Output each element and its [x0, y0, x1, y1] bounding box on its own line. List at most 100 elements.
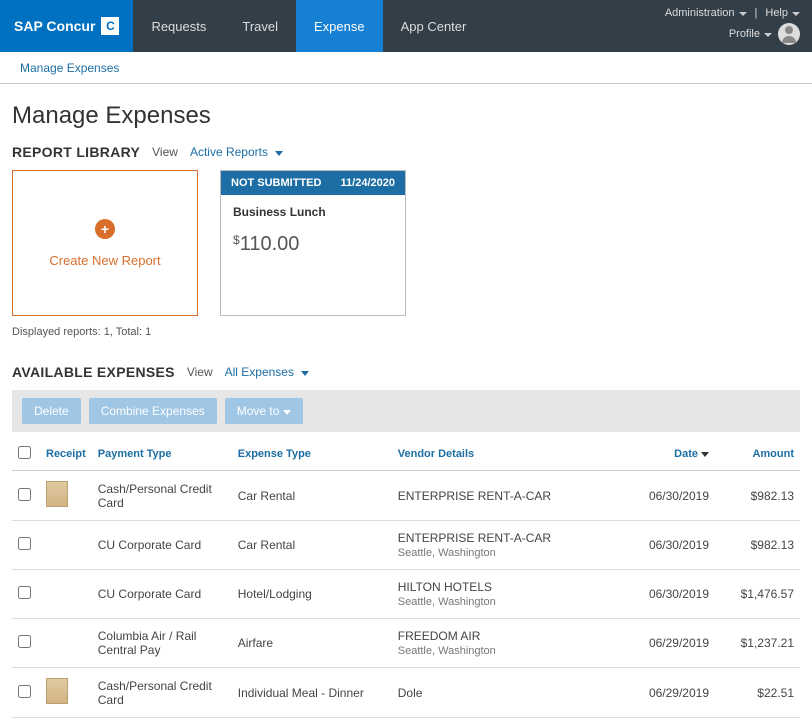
- tab-label: Expense: [314, 19, 365, 34]
- help-menu[interactable]: Help: [765, 7, 800, 19]
- view-label: View: [187, 365, 213, 379]
- delete-button[interactable]: Delete: [22, 398, 81, 424]
- profile-menu[interactable]: Profile: [729, 28, 772, 40]
- report-status: NOT SUBMITTED: [231, 177, 321, 189]
- chevron-down-icon: [792, 12, 800, 16]
- row-checkbox[interactable]: [18, 586, 31, 599]
- col-vendor-details[interactable]: Vendor Details: [392, 438, 620, 471]
- chevron-down-icon: [283, 410, 291, 415]
- select-all-checkbox[interactable]: [18, 446, 31, 459]
- avatar-icon[interactable]: [778, 23, 800, 45]
- profile-label: Profile: [729, 28, 760, 40]
- amount-cell: $1,237.21: [715, 619, 800, 668]
- plus-icon: +: [95, 219, 115, 239]
- receipt-cell: [40, 668, 92, 718]
- create-new-report-label: Create New Report: [49, 253, 160, 268]
- vendor-cell: FREEDOM AIRSeattle, Washington: [392, 619, 620, 668]
- vendor-sub: Seattle, Washington: [398, 645, 614, 657]
- tab-label: App Center: [401, 19, 467, 34]
- row-checkbox[interactable]: [18, 488, 31, 501]
- tab-requests[interactable]: Requests: [133, 0, 224, 52]
- expense-type-cell: Hotel/Lodging: [232, 570, 392, 619]
- admin-menu[interactable]: Administration: [665, 7, 747, 19]
- amount-cell: $982.13: [715, 471, 800, 521]
- vendor-cell: Dole: [392, 668, 620, 718]
- tab-app-center[interactable]: App Center: [383, 0, 485, 52]
- tab-travel[interactable]: Travel: [224, 0, 296, 52]
- receipt-cell: [40, 521, 92, 570]
- chevron-down-icon: [301, 371, 309, 376]
- payment-type-cell: Cash/Personal Credit Card: [92, 668, 232, 718]
- expense-type-cell: Individual Meal - Dinner: [232, 668, 392, 718]
- chevron-down-icon: [739, 12, 747, 16]
- date-cell: 06/30/2019: [620, 471, 715, 521]
- expenses-table: Receipt Payment Type Expense Type Vendor…: [12, 438, 800, 718]
- view-label: View: [152, 145, 178, 159]
- available-expenses-header: AVAILABLE EXPENSES View All Expenses: [12, 364, 800, 380]
- tab-expense[interactable]: Expense: [296, 0, 383, 52]
- amount-cell: $22.51: [715, 668, 800, 718]
- col-receipt[interactable]: Receipt: [40, 438, 92, 471]
- col-date-label: Date: [674, 448, 698, 460]
- chevron-down-icon: [764, 33, 772, 37]
- col-date[interactable]: Date: [620, 438, 715, 471]
- expenses-filter-dropdown[interactable]: All Expenses: [225, 365, 310, 379]
- brand-logo[interactable]: SAP Concur C: [0, 0, 133, 52]
- report-library-header: REPORT LIBRARY View Active Reports: [12, 144, 800, 160]
- page-body: Manage Expenses REPORT LIBRARY View Acti…: [0, 84, 812, 728]
- expense-type-cell: Airfare: [232, 619, 392, 668]
- sub-tab-bar: Manage Expenses: [0, 52, 812, 84]
- displayed-reports-count: Displayed reports: 1, Total: 1: [12, 326, 800, 338]
- date-cell: 06/30/2019: [620, 521, 715, 570]
- payment-type-cell: Cash/Personal Credit Card: [92, 471, 232, 521]
- report-amount: $110.00: [233, 233, 393, 256]
- table-header-row: Receipt Payment Type Expense Type Vendor…: [12, 438, 800, 471]
- receipt-cell: [40, 570, 92, 619]
- date-cell: 06/29/2019: [620, 668, 715, 718]
- page-title: Manage Expenses: [12, 102, 800, 130]
- amount-cell: $982.13: [715, 521, 800, 570]
- expense-type-cell: Car Rental: [232, 471, 392, 521]
- vendor-cell: ENTERPRISE RENT-A-CARSeattle, Washington: [392, 521, 620, 570]
- receipt-cell: [40, 471, 92, 521]
- col-payment-type[interactable]: Payment Type: [92, 438, 232, 471]
- report-filter-dropdown[interactable]: Active Reports: [190, 145, 283, 159]
- amount-cell: $1,476.57: [715, 570, 800, 619]
- admin-label: Administration: [665, 7, 735, 19]
- table-row[interactable]: Cash/Personal Credit CardIndividual Meal…: [12, 668, 800, 718]
- move-to-button[interactable]: Move to: [225, 398, 304, 424]
- date-cell: 06/29/2019: [620, 619, 715, 668]
- primary-nav: Requests Travel Expense App Center: [133, 0, 484, 52]
- receipt-icon[interactable]: [46, 678, 68, 704]
- sort-desc-icon: [701, 452, 709, 457]
- amount-value: 110.00: [240, 233, 300, 255]
- subtab-manage-expenses[interactable]: Manage Expenses: [16, 53, 123, 84]
- col-expense-type[interactable]: Expense Type: [232, 438, 392, 471]
- table-row[interactable]: CU Corporate CardHotel/LodgingHILTON HOT…: [12, 570, 800, 619]
- currency-symbol: $: [233, 233, 240, 247]
- table-row[interactable]: Columbia Air / Rail Central PayAirfareFR…: [12, 619, 800, 668]
- filter-label: All Expenses: [225, 365, 294, 379]
- create-new-report-card[interactable]: + Create New Report: [12, 170, 198, 316]
- combine-expenses-button[interactable]: Combine Expenses: [89, 398, 217, 424]
- vendor-cell: ENTERPRISE RENT-A-CAR: [392, 471, 620, 521]
- report-card[interactable]: NOT SUBMITTED 11/24/2020 Business Lunch …: [220, 170, 406, 316]
- receipt-icon[interactable]: [46, 481, 68, 507]
- report-card-header: NOT SUBMITTED 11/24/2020: [221, 171, 405, 195]
- vendor-sub: Seattle, Washington: [398, 547, 614, 559]
- payment-type-cell: Columbia Air / Rail Central Pay: [92, 619, 232, 668]
- row-checkbox[interactable]: [18, 685, 31, 698]
- report-cards: + Create New Report NOT SUBMITTED 11/24/…: [12, 170, 800, 316]
- payment-type-cell: CU Corporate Card: [92, 521, 232, 570]
- col-amount[interactable]: Amount: [715, 438, 800, 471]
- report-library-title: REPORT LIBRARY: [12, 144, 140, 160]
- tab-label: Requests: [151, 19, 206, 34]
- report-name: Business Lunch: [233, 205, 393, 219]
- action-bar: Delete Combine Expenses Move to: [12, 390, 800, 432]
- row-checkbox[interactable]: [18, 635, 31, 648]
- filter-label: Active Reports: [190, 145, 268, 159]
- table-row[interactable]: CU Corporate CardCar RentalENTERPRISE RE…: [12, 521, 800, 570]
- receipt-cell: [40, 619, 92, 668]
- table-row[interactable]: Cash/Personal Credit CardCar RentalENTER…: [12, 471, 800, 521]
- row-checkbox[interactable]: [18, 537, 31, 550]
